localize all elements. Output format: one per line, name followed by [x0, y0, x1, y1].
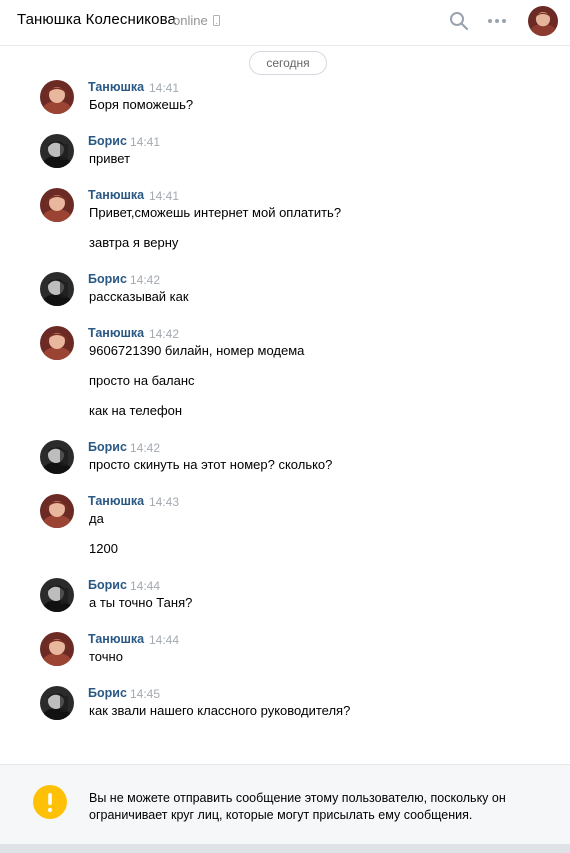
message-text: Привет,сможешь интернет мой оплатить? [89, 205, 342, 220]
message-text: 9606721390 билайн, номер модема [89, 343, 305, 358]
message-text: а ты точно Таня? [89, 595, 193, 610]
bottom-bar [0, 844, 570, 853]
avatar[interactable] [40, 134, 74, 168]
avatar[interactable] [40, 578, 74, 612]
message-author[interactable]: Борис [88, 440, 127, 454]
message-time[interactable]: 14:41 [149, 189, 179, 203]
message-time[interactable]: 14:42 [130, 441, 160, 455]
search-icon[interactable] [449, 11, 469, 31]
avatar[interactable] [40, 272, 74, 306]
message-author[interactable]: Танюшка [88, 326, 144, 340]
message-time[interactable]: 14:42 [149, 327, 179, 341]
restriction-notice: Вы не можете отправить сообщение этому п… [0, 764, 570, 844]
avatar[interactable] [40, 326, 74, 360]
message-text: завтра я верну [89, 235, 179, 250]
message-text: рассказывай как [89, 289, 189, 304]
warning-icon [33, 785, 67, 819]
message-text: Боря поможешь? [89, 97, 194, 112]
message-author[interactable]: Борис [88, 578, 127, 592]
message-time[interactable]: 14:41 [130, 135, 160, 149]
avatar[interactable] [40, 440, 74, 474]
message-time[interactable]: 14:44 [149, 633, 179, 647]
message-time[interactable]: 14:43 [149, 495, 179, 509]
message-time[interactable]: 14:44 [130, 579, 160, 593]
date-separator: сегодня [249, 51, 327, 75]
message-time[interactable]: 14:42 [130, 273, 160, 287]
message-author[interactable]: Танюшка [88, 632, 144, 646]
message-text: просто скинуть на этот номер? сколько? [89, 457, 333, 472]
message-text: точно [89, 649, 123, 664]
message-text: да [89, 511, 104, 526]
avatar[interactable] [40, 80, 74, 114]
avatar[interactable] [40, 686, 74, 720]
online-status: online [173, 13, 208, 28]
message-text: 1200 [89, 541, 118, 556]
message-text: как на телефон [89, 403, 183, 418]
message-author[interactable]: Борис [88, 686, 127, 700]
message-author[interactable]: Борис [88, 134, 127, 148]
message-time[interactable]: 14:45 [130, 687, 160, 701]
peer-avatar[interactable] [528, 6, 558, 36]
message-author[interactable]: Танюшка [88, 494, 144, 508]
message-text: привет [89, 151, 131, 166]
notice-text: Вы не можете отправить сообщение этому п… [89, 791, 506, 822]
more-icon[interactable] [485, 12, 509, 30]
avatar[interactable] [40, 632, 74, 666]
message-text: как звали нашего классного руководителя? [89, 703, 351, 718]
message-author[interactable]: Танюшка [88, 188, 144, 202]
message-time[interactable]: 14:41 [149, 81, 179, 95]
message-author[interactable]: Танюшка [88, 80, 144, 94]
avatar[interactable] [40, 188, 74, 222]
peer-name[interactable]: Танюшка Колесникова [17, 11, 176, 28]
avatar[interactable] [40, 494, 74, 528]
phone-icon [213, 15, 220, 26]
message-text: просто на баланс [89, 373, 195, 388]
message-author[interactable]: Борис [88, 272, 127, 286]
chat-header: Танюшка Колесникова online [0, 0, 570, 46]
